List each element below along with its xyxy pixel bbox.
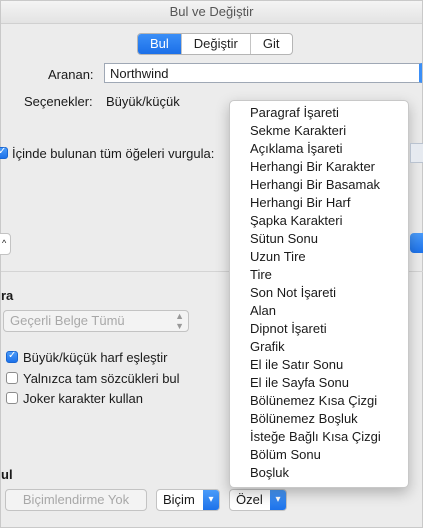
menu-item-column-break[interactable]: Sütun Sonu: [230, 230, 408, 248]
menu-item-white-space[interactable]: Boşluk: [230, 464, 408, 482]
menu-item-any-letter[interactable]: Herhangi Bir Harf: [230, 194, 408, 212]
menu-item-footnote-mark[interactable]: Dipnot İşareti: [230, 320, 408, 338]
menu-item-en-dash[interactable]: Tire: [230, 266, 408, 284]
scope-popup[interactable]: Geçerli Belge Tümü ▲ ▼: [3, 310, 189, 332]
match-case-label: Büyük/küçük harf eşleştir: [23, 350, 168, 365]
tab-bar: Bul Değiştir Git: [137, 33, 293, 55]
options-value: Büyük/küçük: [106, 94, 180, 109]
menu-item-section-break[interactable]: Bölüm Sonu: [230, 446, 408, 464]
no-formatting-button[interactable]: Biçimlendirme Yok: [5, 489, 147, 511]
match-case-checkbox[interactable]: [6, 350, 18, 363]
highlight-popup-edge[interactable]: [410, 143, 423, 163]
title-bar: Bul ve Değiştir: [1, 1, 422, 24]
chevron-up-icon: ^: [2, 238, 7, 248]
menu-item-endnote-mark[interactable]: Son Not İşareti: [230, 284, 408, 302]
tab-go-to[interactable]: Git: [251, 34, 292, 54]
tab-replace[interactable]: Değiştir: [182, 34, 251, 54]
menu-item-caret-character[interactable]: Şapka Karakteri: [230, 212, 408, 230]
format-popup[interactable]: Biçim ▾: [156, 489, 220, 511]
find-replace-window: Bul ve Değiştir Bul Değiştir Git Aranan:…: [0, 0, 423, 528]
format-popup-label: Biçim: [163, 492, 195, 507]
menu-item-comment-mark[interactable]: Açıklama İşareti: [230, 140, 408, 158]
search-label: Aranan:: [48, 67, 94, 82]
highlight-checkbox[interactable]: [0, 146, 8, 159]
whole-words-checkbox[interactable]: [6, 372, 18, 384]
updown-chevron-icon: ▲ ▼: [175, 311, 184, 331]
menu-item-optional-hyphen[interactable]: İsteğe Bağlı Kısa Çizgi: [230, 428, 408, 446]
expand-toggle-button[interactable]: ^: [0, 233, 11, 255]
search-input[interactable]: [104, 63, 422, 83]
menu-item-manual-page-break[interactable]: El ile Sayfa Sonu: [230, 374, 408, 392]
menu-item-graphic[interactable]: Grafik: [230, 338, 408, 356]
menu-item-tab-character[interactable]: Sekme Karakteri: [230, 122, 408, 140]
tab-find[interactable]: Bul: [138, 34, 182, 54]
special-menu: Paragraf İşareti Sekme Karakteri Açıklam…: [229, 100, 409, 488]
chevron-down-icon: ▾: [270, 490, 286, 510]
menu-item-nonbreaking-space[interactable]: Bölünemez Boşluk: [230, 410, 408, 428]
menu-item-any-digit[interactable]: Herhangi Bir Basamak: [230, 176, 408, 194]
options-label: Seçenekler:: [24, 94, 93, 109]
menu-item-nonbreaking-hyphen[interactable]: Bölünemez Kısa Çizgi: [230, 392, 408, 410]
highlight-label: İçinde bulunan tüm öğeleri vurgula:: [12, 146, 215, 161]
search-section-label: ra: [1, 288, 14, 303]
wildcards-label: Joker karakter kullan: [23, 391, 143, 406]
menu-item-em-dash[interactable]: Uzun Tire: [230, 248, 408, 266]
menu-item-paragraph-mark[interactable]: Paragraf İşareti: [230, 104, 408, 122]
chevron-down-icon: ▾: [203, 490, 219, 510]
special-popup-label: Özel: [236, 492, 263, 507]
whole-words-label: Yalnızca tam sözcükleri bul: [23, 371, 180, 386]
menu-item-manual-line-break[interactable]: El ile Satır Sonu: [230, 356, 408, 374]
special-popup[interactable]: Özel ▾: [229, 489, 287, 511]
wildcards-checkbox[interactable]: [6, 392, 18, 404]
menu-item-field[interactable]: Alan: [230, 302, 408, 320]
window-title: Bul ve Değiştir: [169, 4, 254, 19]
find-next-button-edge[interactable]: [410, 233, 423, 253]
scope-popup-value: Geçerli Belge Tümü: [10, 313, 125, 328]
find-section-label: ul: [1, 467, 13, 482]
menu-item-any-character[interactable]: Herhangi Bir Karakter: [230, 158, 408, 176]
